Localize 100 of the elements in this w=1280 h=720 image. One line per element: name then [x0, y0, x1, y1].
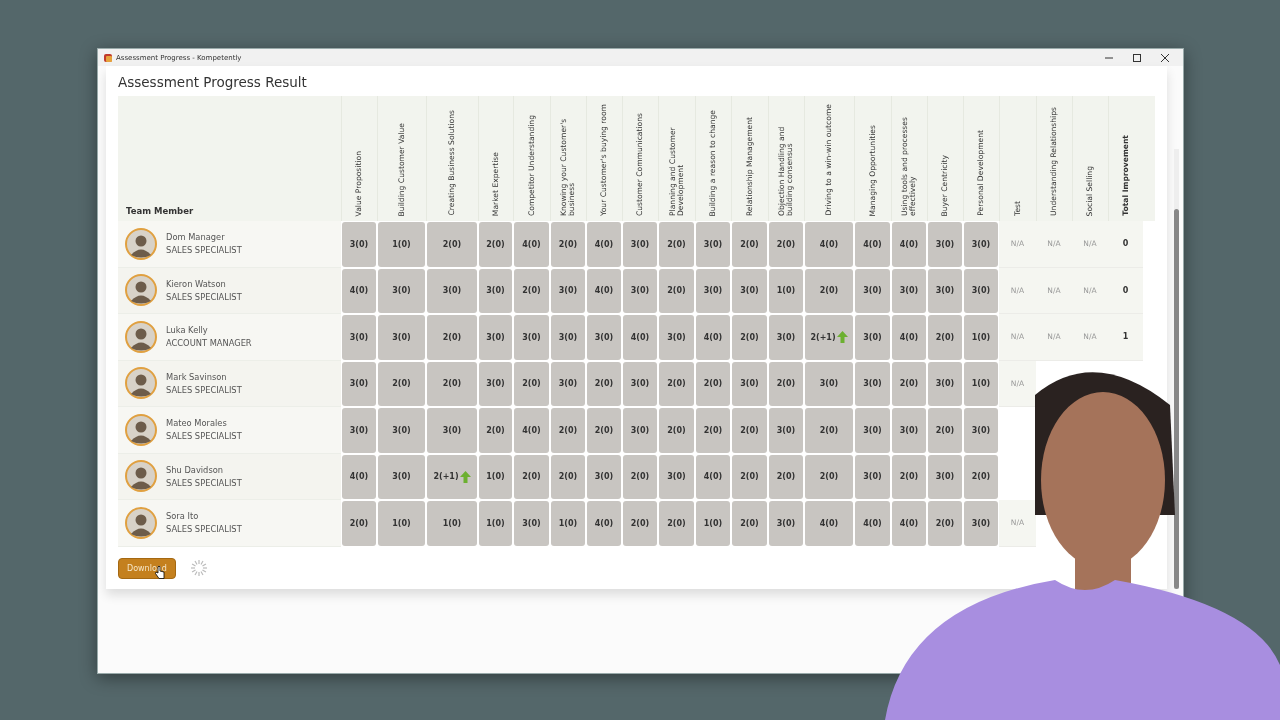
avatar-silhouette-icon: [125, 460, 157, 493]
score-cell: 2(0): [623, 501, 657, 546]
app-logo-icon: [104, 53, 112, 62]
score-cell: 3(0): [623, 268, 657, 313]
member-name: Kieron Watson: [166, 278, 227, 289]
score-cell: 2(0): [928, 315, 962, 360]
score-cell: 2(0): [928, 408, 962, 453]
score-cell: 2(0): [696, 408, 730, 453]
loading-spinner-icon: [189, 559, 208, 577]
score-cell: 2(0): [732, 222, 767, 267]
score-cell: 3(0): [551, 315, 585, 360]
score-cell: 3(0): [479, 268, 512, 313]
score-cell: 2(0): [805, 268, 853, 313]
member-role: SALES SPECIALIST: [166, 291, 242, 302]
score-cell: 3(0): [964, 222, 998, 267]
score-cell: 4(0): [855, 501, 890, 546]
score-cell: 2(0): [805, 454, 853, 499]
score-cell: 2(0): [659, 268, 694, 313]
score-cell: 1(0): [964, 361, 998, 406]
score-cell: 4(0): [342, 268, 376, 313]
avatar-silhouette-icon: [125, 274, 157, 307]
score-cell: 2(0): [587, 408, 621, 453]
score-cell: 2(0): [892, 454, 926, 499]
avatar-silhouette-icon: [125, 367, 157, 400]
score-cell: 2(0): [732, 501, 767, 546]
score-cell: 1(0): [479, 454, 512, 499]
avatar-silhouette-icon: [125, 227, 157, 260]
score-cell: 3(0): [928, 361, 962, 406]
score-cell: 3(0): [769, 501, 803, 546]
score-cell: 3(0): [659, 454, 694, 499]
score-cell: 3(0): [855, 454, 890, 499]
score-cell: 2(0): [805, 408, 853, 453]
score-cell: 3(0): [855, 361, 890, 406]
score-cell: 4(0): [805, 501, 853, 546]
avatar-silhouette-icon: [125, 413, 157, 446]
score-cell: 2(0): [928, 501, 962, 546]
score-cell: 2(0): [623, 454, 657, 499]
score-cell: 3(0): [479, 315, 512, 360]
score-cell: 1(0): [696, 501, 730, 546]
score-cell: 3(0): [378, 454, 425, 499]
score-cell: 3(0): [514, 315, 549, 360]
total-cell: 0: [1108, 267, 1143, 314]
score-cell: 2(0): [659, 408, 694, 453]
score-cell: 3(0): [855, 408, 890, 453]
score-cell: 3(0): [855, 315, 890, 360]
scrollbar[interactable]: [1174, 149, 1179, 589]
score-cell: 3(0): [587, 315, 621, 360]
score-cell: 2(0): [551, 454, 585, 499]
score-cell: 2(0): [892, 361, 926, 406]
score-cell: 4(0): [892, 222, 926, 267]
score-cell: 3(0): [623, 222, 657, 267]
score-cell: 4(0): [514, 222, 549, 267]
score-cell: 2(0): [769, 361, 803, 406]
score-cell: 2(0): [659, 361, 694, 406]
score-cell: 3(0): [659, 315, 694, 360]
score-cell: 2(0): [514, 268, 549, 313]
score-cell: 1(0): [769, 268, 803, 313]
member-role: SALES SPECIALIST: [166, 431, 242, 442]
page-title: Assessment Progress Result: [118, 74, 308, 90]
score-cell: 3(0): [964, 268, 998, 313]
score-cell: 4(0): [892, 501, 926, 546]
score-cell: 1(0): [378, 222, 425, 267]
score-cell: 4(0): [587, 501, 621, 546]
score-cell: 3(0): [892, 408, 926, 453]
score-cell: 2(0): [551, 222, 585, 267]
score-cell: 4(0): [805, 222, 853, 267]
score-cell: 3(0): [427, 408, 477, 453]
score-cell: 3(0): [342, 361, 376, 406]
score-cell: 2(0): [732, 454, 767, 499]
score-cell: 3(0): [623, 408, 657, 453]
score-cell: 3(0): [964, 501, 998, 546]
score-cell: 3(0): [551, 361, 585, 406]
score-cell: 2(0): [769, 222, 803, 267]
score-cell: 2(0): [427, 315, 477, 360]
score-cell: 3(0): [855, 268, 890, 313]
score-cell: 1(0): [551, 501, 585, 546]
score-cell: 4(0): [855, 222, 890, 267]
score-cell: 3(0): [623, 361, 657, 406]
score-cell: 3(0): [342, 408, 376, 453]
avatar-silhouette-icon: [125, 506, 157, 539]
member-name: Dom Manager: [166, 232, 226, 243]
column-header: Team Member: [126, 206, 194, 216]
score-cell: 4(0): [342, 454, 376, 499]
score-cell: 4(0): [623, 315, 657, 360]
score-cell: 3(0): [732, 268, 767, 313]
member-role: SALES SPECIALIST: [166, 245, 242, 256]
score-cell: 3(0): [378, 315, 425, 360]
member-name: Sora Ito: [166, 511, 200, 522]
score-cell: 3(0): [479, 361, 512, 406]
member-name: Luka Kelly: [166, 325, 209, 336]
score-cell: 2(0): [659, 222, 694, 267]
score-cell: 2(0): [587, 361, 621, 406]
score-cell: 4(0): [696, 454, 730, 499]
score-cell: 2(0): [427, 222, 477, 267]
score-cell: 2(+1): [427, 454, 477, 499]
score-cell: 3(0): [427, 268, 477, 313]
score-cell: 1(0): [378, 501, 425, 546]
score-cell: 1(0): [427, 501, 477, 546]
up-arrow-icon: [836, 331, 848, 344]
member-name: Mateo Morales: [166, 418, 228, 429]
